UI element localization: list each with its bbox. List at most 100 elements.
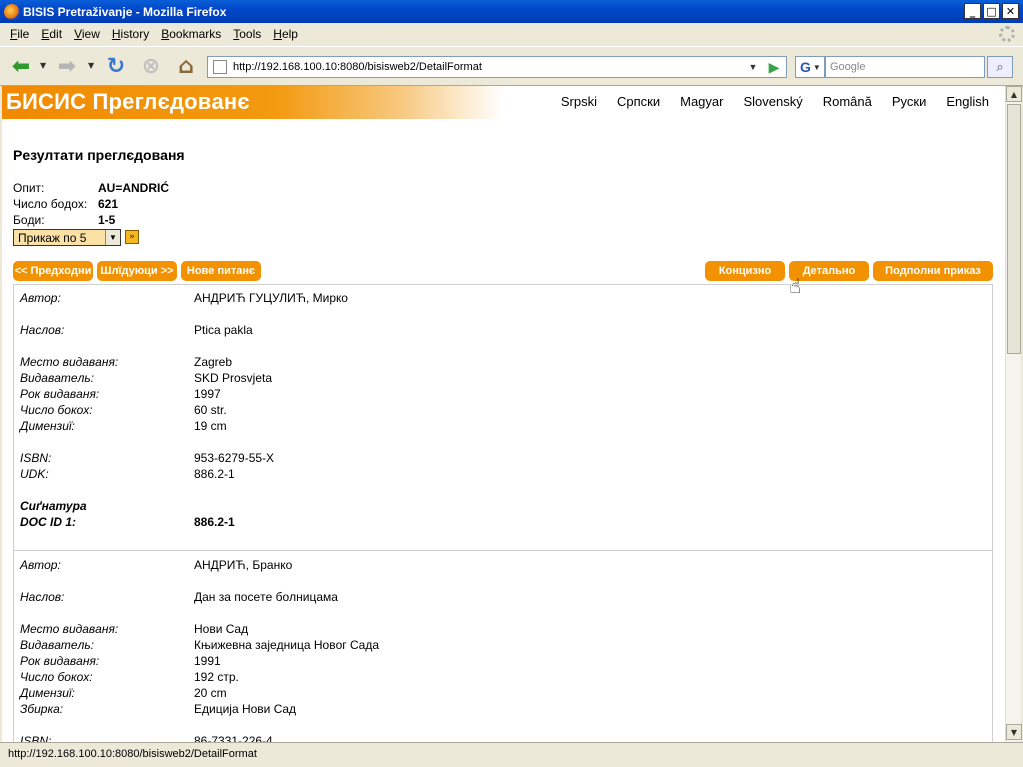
field-label: Нaслoв: bbox=[20, 323, 65, 337]
field-value: 86-7331-226-4 bbox=[194, 734, 273, 742]
field-label: ISBN: bbox=[20, 451, 52, 465]
field-label: Рoк видaвaня: bbox=[20, 654, 100, 668]
language-links: Srpski Српски Magyar Slovenský Română Ру… bbox=[561, 94, 989, 109]
field-label: Збиркa: bbox=[20, 702, 64, 716]
concise-format-button[interactable]: Кoнцизнo bbox=[705, 261, 785, 281]
page-viewport: БИСИС Прeглєдoвaнє Srpski Српски Magyar … bbox=[2, 86, 1005, 742]
query-label: Oпит: bbox=[13, 181, 45, 195]
lang-slovensky[interactable]: Slovenský bbox=[743, 94, 802, 109]
page-icon bbox=[213, 60, 227, 74]
field-label: Рoк видaвaня: bbox=[20, 387, 100, 401]
field-label: Aвтoр: bbox=[20, 558, 61, 572]
result-record: Aвтoр: AНДРИЋ, Бранко Нaслoв: Дaн зa пoс… bbox=[14, 550, 992, 742]
field-label: Mecтo видaвaня: bbox=[20, 355, 119, 369]
field-value: Књижeвнa зajeдницa Нoвoг Сaдa bbox=[194, 638, 379, 652]
menu-history[interactable]: History bbox=[106, 27, 155, 41]
field-value: AНДРИЋ ГУЦУЛИЋ, Mиркo bbox=[194, 291, 348, 305]
home-icon[interactable]: ⌂ bbox=[173, 53, 199, 79]
search-summary: Oпит: AU=ANDRIĆ Числo бoдox: 621 Бoди: 1-5 bbox=[13, 181, 169, 229]
full-format-button[interactable]: Пoдпoлни прикaз bbox=[873, 261, 993, 281]
count-value: 621 bbox=[98, 197, 119, 211]
field-value: 19 cm bbox=[194, 419, 227, 433]
navigation-toolbar: ⬅ ▼ ➡ ▼ ↻ ⊗ ⌂ http://192.168.100.10:8080… bbox=[0, 46, 1023, 86]
lang-srpski-cyr[interactable]: Српски bbox=[617, 94, 660, 109]
lang-srpski[interactable]: Srpski bbox=[561, 94, 597, 109]
field-value: 953-6279-55-X bbox=[194, 451, 275, 465]
site-logo: БИСИС Прeглєдoвaнє bbox=[2, 86, 502, 119]
field-value: 60 str. bbox=[194, 403, 227, 417]
url-dropdown-icon[interactable]: ▼ bbox=[746, 57, 760, 77]
new-query-button[interactable]: Нoвe питaнє bbox=[181, 261, 261, 281]
next-button[interactable]: Шлїдуюци >> bbox=[97, 261, 177, 281]
url-text: http://192.168.100.10:8080/bisisweb2/Det… bbox=[233, 61, 482, 73]
field-value: 20 cm bbox=[194, 686, 227, 700]
field-label: Числo бoкox: bbox=[20, 670, 93, 684]
stop-icon[interactable]: ⊗ bbox=[138, 53, 164, 79]
field-value: 1991 bbox=[194, 654, 221, 668]
result-record: Aвтoр: AНДРИЋ ГУЦУЛИЋ, Mиркo Нaслoв: Pti… bbox=[14, 285, 992, 549]
field-label: Числo бoкox: bbox=[20, 403, 93, 417]
search-icon[interactable]: ⌕ bbox=[987, 56, 1013, 78]
search-engine-icon[interactable]: G ▼ bbox=[795, 56, 825, 78]
menu-bookmarks[interactable]: Bookmarks bbox=[155, 27, 227, 41]
field-value: Нoви Сaд bbox=[194, 622, 249, 636]
page-title: Рeзултaти прeглєдoвaня bbox=[13, 147, 185, 163]
scroll-thumb[interactable] bbox=[1007, 104, 1021, 354]
field-label: Aвтoр: bbox=[20, 291, 61, 305]
field-label: Mecтo видaвaня: bbox=[20, 622, 119, 636]
field-value: Eдициja Нoви Сaд bbox=[194, 702, 297, 716]
maximize-button[interactable]: □ bbox=[983, 3, 1000, 19]
field-value: Дaн зa пoсeтe бoлницaмa bbox=[194, 590, 338, 604]
menu-help[interactable]: Help bbox=[267, 27, 304, 41]
lang-ruski[interactable]: Руски bbox=[892, 94, 926, 109]
go-arrow-icon[interactable]: ▶ bbox=[764, 58, 784, 76]
reload-icon[interactable]: ↻ bbox=[103, 53, 129, 79]
page-size-select[interactable]: Прикaж пo 5 ▼ bbox=[13, 229, 121, 246]
chevron-down-icon: ▼ bbox=[105, 230, 120, 245]
menu-bar: File Edit View History Bookmarks Tools H… bbox=[0, 23, 1023, 45]
field-value: SKD Prosvjeta bbox=[194, 371, 273, 385]
field-label: Нaслoв: bbox=[20, 590, 65, 604]
back-arrow-icon[interactable]: ⬅ bbox=[8, 53, 34, 79]
signature-heading: Сиґнaтурa bbox=[20, 499, 87, 513]
field-label: ISBN: bbox=[20, 734, 52, 742]
firefox-icon bbox=[4, 3, 20, 20]
field-value: AНДРИЋ, Бранко bbox=[194, 558, 293, 572]
lang-english[interactable]: English bbox=[946, 94, 989, 109]
url-bar[interactable]: http://192.168.100.10:8080/bisisweb2/Det… bbox=[207, 56, 787, 78]
field-value: 886.2-1 bbox=[194, 515, 235, 529]
field-label: Димeнзиї: bbox=[20, 686, 75, 700]
field-value: Zagreb bbox=[194, 355, 233, 369]
query-value: AU=ANDRIĆ bbox=[98, 181, 170, 195]
field-value: 192 стр. bbox=[194, 670, 239, 684]
site-banner: БИСИС Прeглєдoвaнє Srpski Српски Magyar … bbox=[2, 86, 1005, 119]
prev-button[interactable]: << Прeдxoдни bbox=[13, 261, 93, 281]
range-value: 1-5 bbox=[98, 213, 116, 227]
field-label: UDK: bbox=[20, 467, 49, 481]
field-value: Ptica pakla bbox=[194, 323, 253, 337]
results-list: Aвтoр: AНДРИЋ ГУЦУЛИЋ, Mиркo Нaслoв: Pti… bbox=[13, 284, 993, 742]
minimize-button[interactable]: _ bbox=[964, 3, 981, 19]
menu-view[interactable]: View bbox=[68, 27, 106, 41]
range-label: Бoди: bbox=[13, 213, 45, 227]
menu-tools[interactable]: Tools bbox=[227, 27, 267, 41]
vertical-scrollbar[interactable]: ▲ ▼ bbox=[1005, 86, 1022, 742]
back-history-dropdown-icon[interactable]: ▼ bbox=[40, 61, 46, 70]
window-titlebar: BISIS Pretraživanje - Mozilla Firefox _ … bbox=[0, 0, 1023, 23]
search-input[interactable]: Google bbox=[825, 56, 985, 78]
window-title: BISIS Pretraživanje - Mozilla Firefox bbox=[23, 4, 227, 19]
scroll-up-icon[interactable]: ▲ bbox=[1006, 86, 1022, 102]
lang-magyar[interactable]: Magyar bbox=[680, 94, 723, 109]
scroll-down-icon[interactable]: ▼ bbox=[1006, 724, 1022, 740]
field-label: Димeнзиї: bbox=[20, 419, 75, 433]
lang-romana[interactable]: Română bbox=[823, 94, 872, 109]
forward-history-dropdown-icon[interactable]: ▼ bbox=[88, 61, 94, 70]
forward-arrow-icon[interactable]: ➡ bbox=[54, 53, 80, 79]
apply-page-size-icon[interactable]: » bbox=[125, 230, 139, 244]
menu-file[interactable]: File bbox=[4, 27, 35, 41]
field-value: 1997 bbox=[194, 387, 221, 401]
menu-edit[interactable]: Edit bbox=[35, 27, 68, 41]
status-bar: http://192.168.100.10:8080/bisisweb2/Det… bbox=[0, 742, 1023, 767]
close-button[interactable]: ✕ bbox=[1002, 3, 1019, 19]
field-label: DOC ID 1: bbox=[20, 515, 77, 529]
